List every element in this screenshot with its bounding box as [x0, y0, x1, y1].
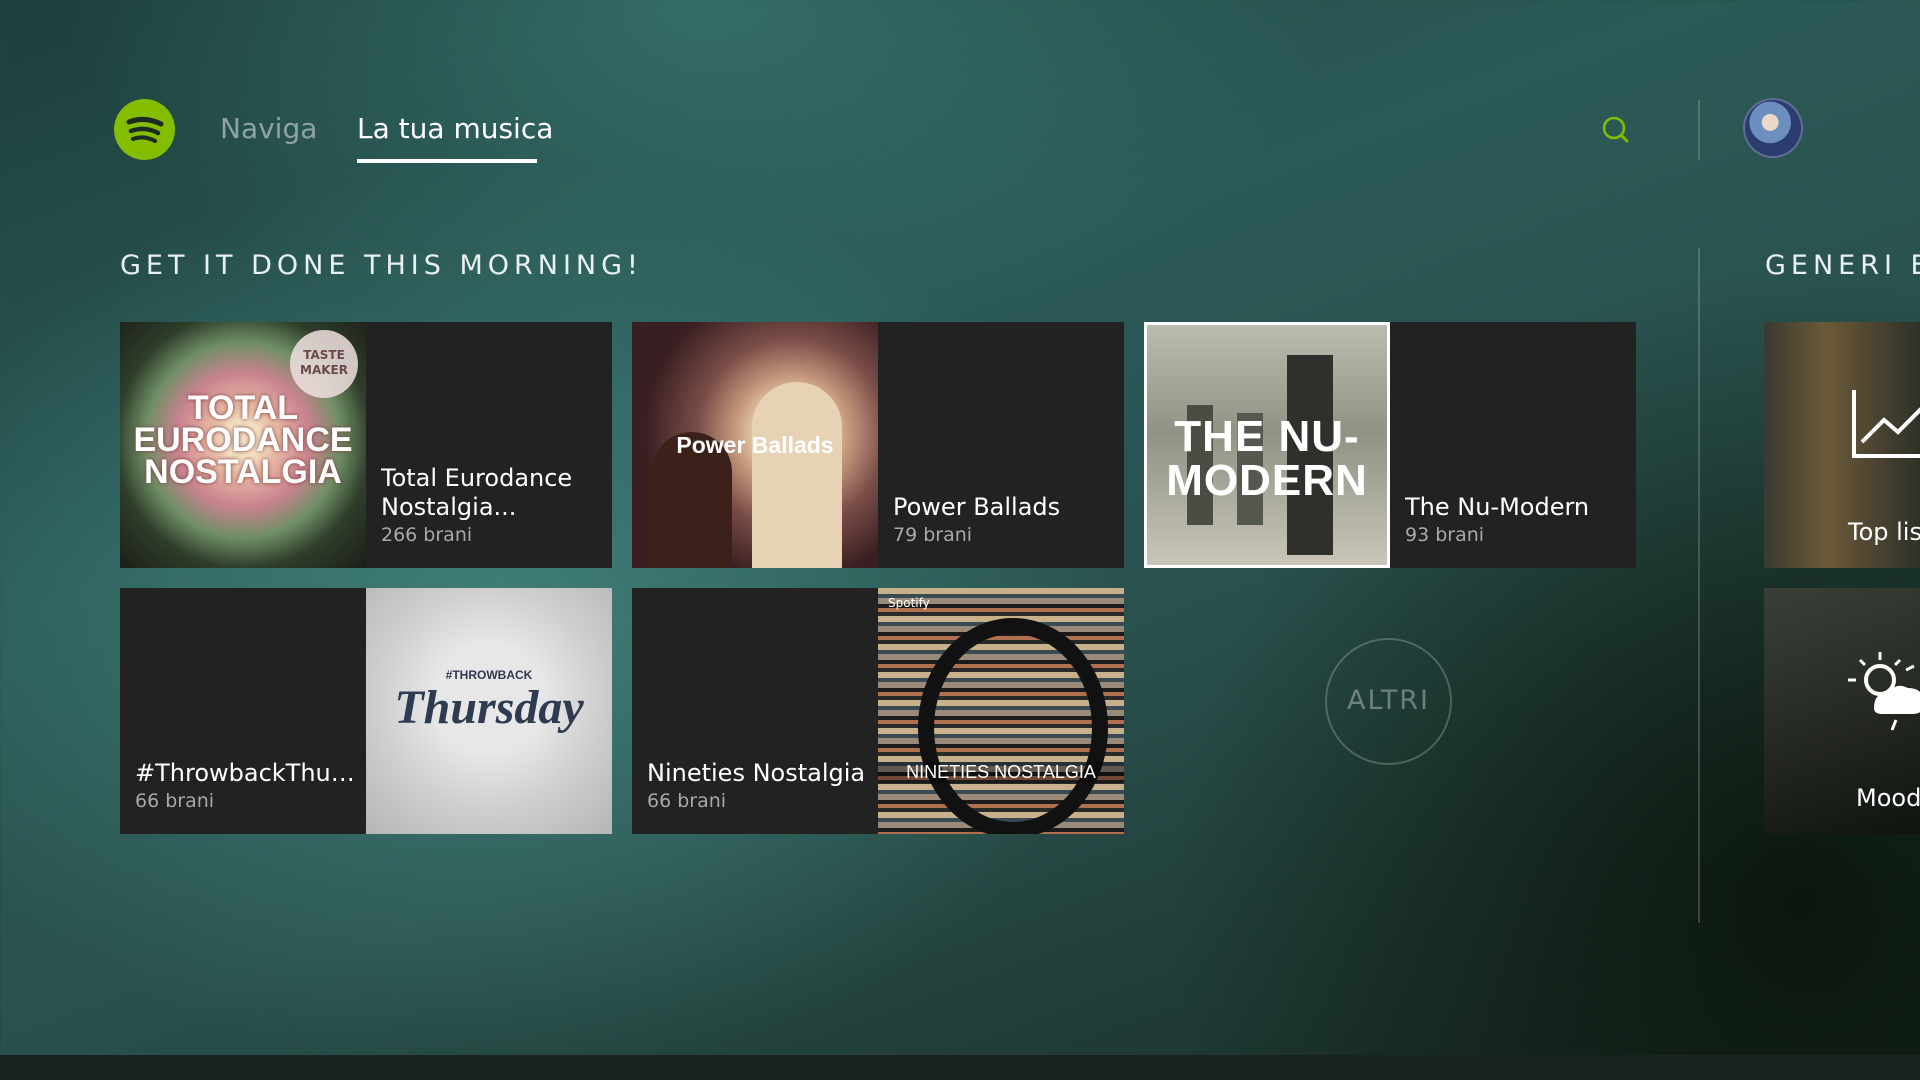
user-avatar[interactable]: [1743, 98, 1803, 158]
playlist-card-power-ballads[interactable]: Power Ballads Power Ballads 79 brani: [632, 322, 1124, 568]
cover-title: THE NU-MODERN: [1166, 412, 1368, 505]
playlist-title: #ThrowbackThur...: [135, 759, 355, 787]
weather-sun-cloud-icon: [1848, 652, 1920, 731]
tab-la-tua-musica[interactable]: La tua musica: [357, 112, 553, 145]
headphones-graphic: [918, 618, 1108, 834]
cover-figure-right: [752, 382, 842, 568]
playlist-cover: THE NU-MODERN: [1144, 322, 1390, 568]
search-icon: [1602, 116, 1629, 143]
cover-brand: Spotify: [888, 596, 930, 610]
track-count: 79 brani: [893, 524, 973, 546]
more-button[interactable]: ALTRI: [1325, 638, 1452, 765]
cover-title: TOTAL EURODANCE NOSTALGIA: [133, 389, 353, 491]
playlist-cover: TOTAL EURODANCE NOSTALGIA TASTE MAKER: [120, 322, 366, 568]
playlist-card-nineties-nostalgia[interactable]: Nineties Nostalgia 66 brani Spotify NINE…: [632, 588, 1124, 834]
playlist-card-total-eurodance[interactable]: TOTAL EURODANCE NOSTALGIA TASTE MAKER To…: [120, 322, 612, 568]
cover-title: Thursday: [394, 681, 584, 734]
track-count: 93 brani: [1405, 524, 1485, 546]
cover-brand-text: Spotify: [888, 596, 930, 610]
playlist-title: Nineties Nostalgia: [647, 759, 866, 787]
playlist-card-throwback-thursday[interactable]: #ThrowbackThur... 66 brani #THROWBACK Th…: [120, 588, 612, 834]
cover-title: Power Ballads: [676, 432, 834, 458]
playlist-cover: Spotify NINETIES NOSTALGIA: [878, 588, 1124, 834]
playlist-info: Power Ballads 79 brani: [893, 493, 1113, 548]
playlist-title: Total Eurodance Nostalgia...: [381, 464, 573, 521]
playlist-cover: #THROWBACK Thursday: [366, 588, 612, 834]
tab-naviga[interactable]: Naviga: [220, 112, 317, 145]
trend-chart-icon: [1852, 390, 1920, 458]
playlist-info: Nineties Nostalgia 66 brani: [647, 759, 867, 814]
spotify-logo[interactable]: [114, 99, 175, 160]
badge-text: TASTE MAKER: [300, 348, 348, 377]
genre-tile-mood[interactable]: Mood: [1764, 588, 1920, 834]
section-title-genres: GENERI E: [1765, 250, 1920, 281]
playlist-info: Total Eurodance Nostalgia... 266 brani: [381, 464, 601, 548]
cover-title: NINETIES NOSTALGIA: [878, 762, 1124, 783]
track-count: 66 brani: [647, 790, 727, 812]
genre-label: Top lis: [1848, 518, 1920, 546]
genre-label: Mood: [1856, 784, 1920, 812]
bottom-bar: [0, 1055, 1920, 1080]
section-divider: [1698, 248, 1700, 923]
playlist-info: #ThrowbackThur... 66 brani: [135, 759, 355, 814]
section-title-morning: GET IT DONE THIS MORNING!: [120, 250, 643, 281]
search-button[interactable]: [1600, 114, 1634, 148]
spotify-logo-icon: [126, 116, 164, 143]
more-button-label: ALTRI: [1346, 685, 1430, 716]
genre-tile-top-lists[interactable]: Top lis: [1764, 322, 1920, 568]
playlist-title: Power Ballads: [893, 493, 1061, 521]
playlist-cover: Power Ballads: [632, 322, 878, 568]
playlist-title: The Nu-Modern: [1405, 493, 1590, 521]
track-count: 266 brani: [381, 524, 473, 546]
header-divider: [1698, 100, 1700, 160]
track-count: 66 brani: [135, 790, 215, 812]
playlist-card-nu-modern[interactable]: THE NU-MODERN The Nu-Modern 93 brani: [1144, 322, 1636, 568]
tastemaker-badge: TASTE MAKER: [290, 330, 358, 398]
playlist-info: The Nu-Modern 93 brani: [1405, 493, 1625, 548]
active-tab-indicator: [357, 159, 537, 163]
